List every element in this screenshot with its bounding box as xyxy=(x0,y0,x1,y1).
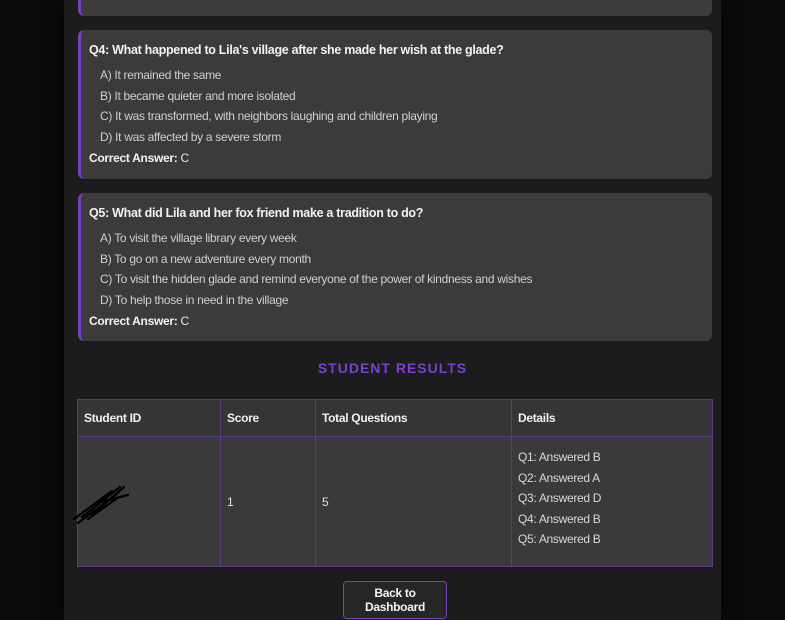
option-d: D) To help those in need in the village xyxy=(100,292,289,307)
correct-answer: Correct Answer: C xyxy=(89,151,189,165)
correct-answer-label: Correct Answer: xyxy=(89,151,178,165)
option-b: B) It became quieter and more isolated xyxy=(100,88,296,103)
cell-score: 1 xyxy=(220,436,316,567)
results-table: Student ID Score Total Questions Details… xyxy=(72,399,713,567)
cell-total-questions: 5 xyxy=(315,436,512,567)
option-b: B) To go on a new adventure every month xyxy=(100,251,311,266)
question-text: Q4: What happened to Lila's village afte… xyxy=(89,43,504,57)
detail-item: Q3: Answered D xyxy=(518,491,602,506)
redaction-scribble xyxy=(72,485,130,525)
detail-item: Q5: Answered B xyxy=(518,532,601,547)
cell-student-id xyxy=(72,436,221,567)
correct-answer: Correct Answer: C xyxy=(89,314,189,328)
option-c: C) It was transformed, with neighbors la… xyxy=(100,109,438,123)
details-list: Q1: Answered B Q2: Answered A Q3: Answer… xyxy=(518,450,712,553)
question-card-q5: Q5: What did Lila and her fox friend mak… xyxy=(78,193,712,341)
cell-details: Q1: Answered B Q2: Answered A Q3: Answer… xyxy=(511,436,713,567)
option-c: C) To visit the hidden glade and remind … xyxy=(100,272,533,286)
column-header-student-id: Student ID xyxy=(77,399,221,437)
detail-item: Q4: Answered B xyxy=(518,511,601,526)
correct-answer-label: Correct Answer: xyxy=(89,314,178,328)
section-title-student-results: STUDENT RESULTS xyxy=(317,360,468,376)
column-header-details: Details xyxy=(511,399,713,437)
option-d: D) It was affected by a severe storm xyxy=(100,129,282,144)
previous-question-card xyxy=(78,0,712,16)
detail-item: Q2: Answered A xyxy=(518,470,600,485)
correct-answer-value: C xyxy=(180,151,189,165)
table-row: 1 5 Q1: Answered B Q2: Answered A Q3: An… xyxy=(72,436,713,567)
column-header-score: Score xyxy=(220,399,316,437)
column-header-total-questions: Total Questions xyxy=(315,399,512,437)
option-a: A) To visit the village library every we… xyxy=(100,231,297,245)
table-header-row: Student ID Score Total Questions Details xyxy=(77,399,713,437)
options-list: A) It remained the same B) It became qui… xyxy=(100,68,438,150)
question-card-q4: Q4: What happened to Lila's village afte… xyxy=(78,30,712,179)
detail-item: Q1: Answered B xyxy=(518,450,601,465)
options-list: A) To visit the village library every we… xyxy=(100,231,532,313)
question-text: Q5: What did Lila and her fox friend mak… xyxy=(89,206,424,220)
back-to-dashboard-button[interactable]: Back to Dashboard xyxy=(343,581,447,619)
correct-answer-value: C xyxy=(180,314,189,328)
option-a: A) It remained the same xyxy=(100,68,222,82)
